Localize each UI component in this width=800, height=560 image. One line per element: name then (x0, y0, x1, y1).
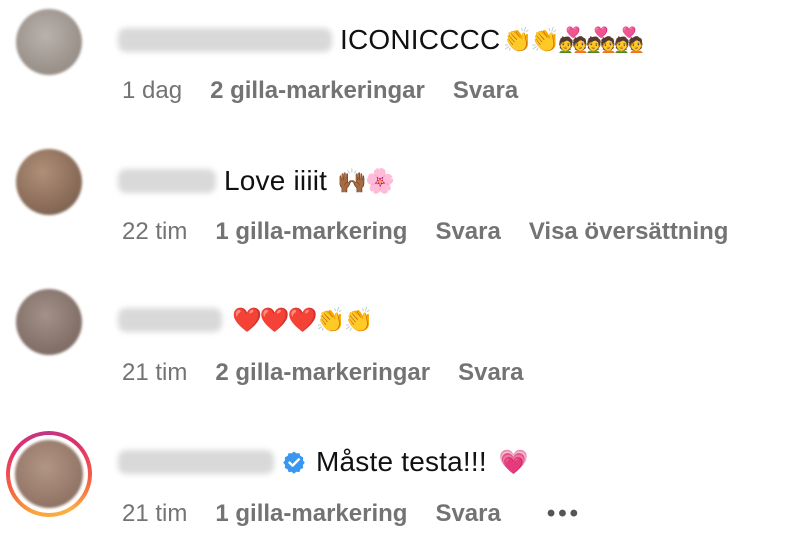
likes-count[interactable]: 2 gilla-markeringar (210, 77, 425, 105)
likes-count[interactable]: 1 gilla-markering (215, 500, 407, 528)
comment-emojis: 💗 (498, 448, 529, 476)
comment-text: Måste testa!!! (316, 446, 487, 477)
comment-emojis: ❤️❤️❤️👏👏 (232, 306, 373, 334)
avatar-story-ring[interactable] (6, 431, 92, 517)
see-translation-button[interactable]: Visa översättning (529, 218, 729, 246)
comment-item: Love iiiit 🙌🏾🌸 22 tim 1 gilla-markering … (0, 140, 800, 280)
username-redacted[interactable] (118, 28, 332, 52)
reply-button[interactable]: Svara (435, 218, 500, 246)
avatar[interactable] (16, 9, 82, 75)
comment-item: Måste testa!!! 💗 21 tim 1 gilla-markerin… (0, 420, 800, 560)
comment-time[interactable]: 21 tim (122, 359, 187, 387)
comment-text: ICONICCCC (340, 24, 501, 55)
comment-emojis: 🙌🏾🌸 (337, 167, 395, 195)
comment-time[interactable]: 1 dag (122, 77, 182, 105)
username-redacted[interactable] (118, 169, 216, 193)
comment-emojis: 👏👏💑💑💑 (502, 26, 643, 54)
verified-badge-icon (282, 450, 306, 474)
comment-item: ❤️❤️❤️👏👏 21 tim 2 gilla-markeringar Svar… (0, 280, 800, 420)
reply-button[interactable]: Svara (458, 359, 523, 387)
username-redacted[interactable] (118, 308, 222, 332)
reply-button[interactable]: Svara (453, 77, 518, 105)
comment-item: ICONICCCC 👏👏💑💑💑 1 dag 2 gilla-markeringa… (0, 0, 800, 140)
likes-count[interactable]: 1 gilla-markering (215, 218, 407, 246)
comment-text: Love iiiit (224, 165, 328, 196)
username-redacted[interactable] (118, 450, 274, 474)
avatar[interactable] (16, 149, 82, 215)
avatar[interactable] (16, 289, 82, 355)
more-options-icon[interactable]: ••• (547, 500, 581, 528)
comment-time[interactable]: 21 tim (122, 500, 187, 528)
avatar (15, 440, 83, 508)
likes-count[interactable]: 2 gilla-markeringar (215, 359, 430, 387)
comment-time[interactable]: 22 tim (122, 218, 187, 246)
reply-button[interactable]: Svara (435, 500, 500, 528)
